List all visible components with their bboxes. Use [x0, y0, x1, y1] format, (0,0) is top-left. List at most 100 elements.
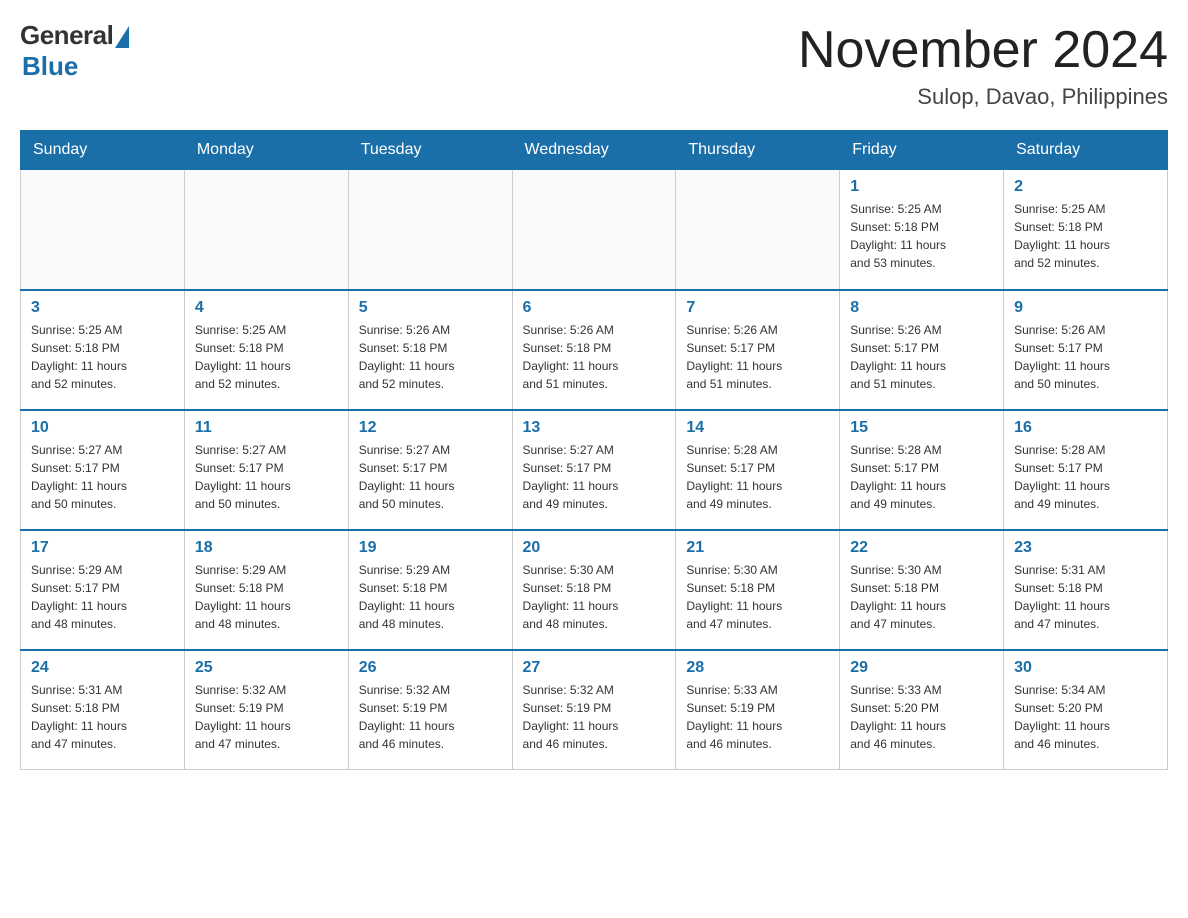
column-header-thursday: Thursday	[676, 131, 840, 170]
day-number: 1	[850, 178, 993, 196]
day-info: Sunrise: 5:25 AMSunset: 5:18 PMDaylight:…	[31, 321, 174, 393]
day-info: Sunrise: 5:25 AMSunset: 5:18 PMDaylight:…	[195, 321, 338, 393]
logo-triangle-icon	[115, 26, 129, 48]
day-number: 6	[523, 299, 666, 317]
calendar-cell	[184, 170, 348, 290]
title-section: November 2024 Sulop, Davao, Philippines	[798, 20, 1168, 110]
calendar-cell: 16Sunrise: 5:28 AMSunset: 5:17 PMDayligh…	[1004, 410, 1168, 530]
calendar-cell: 22 Sunrise: 5:30 AMSunset: 5:18 PMDayligh…	[840, 530, 1004, 650]
calendar-cell	[676, 170, 840, 290]
day-number: 9	[1014, 299, 1157, 317]
page-header: General Blue November 2024 Sulop, Davao,…	[20, 20, 1168, 110]
day-number: 2	[1014, 178, 1157, 196]
calendar-cell: 13 Sunrise: 5:27 AMSunset: 5:17 PMDayligh…	[512, 410, 676, 530]
day-info: Sunrise: 5:32 AMSunset: 5:19 PMDaylight:…	[523, 681, 666, 753]
day-info: Sunrise: 5:29 AMSunset: 5:18 PMDaylight:…	[195, 561, 338, 633]
day-number: 26	[359, 659, 502, 677]
calendar-cell	[512, 170, 676, 290]
day-info: Sunrise: 5:33 AMSunset: 5:19 PMDaylight:…	[686, 681, 829, 753]
column-header-sunday: Sunday	[21, 131, 185, 170]
day-info: Sunrise: 5:30 AMSunset: 5:18 PMDaylight:…	[686, 561, 829, 633]
calendar-cell	[348, 170, 512, 290]
calendar-week-row: 10 Sunrise: 5:27 AMSunset: 5:17 PMDayligh…	[21, 410, 1168, 530]
calendar-cell: 29 Sunrise: 5:33 AMSunset: 5:20 PMDayligh…	[840, 650, 1004, 770]
calendar-cell: 18 Sunrise: 5:29 AMSunset: 5:18 PMDayligh…	[184, 530, 348, 650]
day-info: Sunrise: 5:30 AMSunset: 5:18 PMDaylight:…	[850, 561, 993, 633]
calendar-cell: 1 Sunrise: 5:25 AMSunset: 5:18 PMDaylight…	[840, 170, 1004, 290]
day-info: Sunrise: 5:27 AMSunset: 5:17 PMDaylight:…	[195, 441, 338, 513]
day-number: 12	[359, 419, 502, 437]
calendar-cell: 11 Sunrise: 5:27 AMSunset: 5:17 PMDayligh…	[184, 410, 348, 530]
day-info: Sunrise: 5:29 AMSunset: 5:17 PMDaylight:…	[31, 561, 174, 633]
calendar-cell: 9Sunrise: 5:26 AMSunset: 5:17 PMDaylight…	[1004, 290, 1168, 410]
calendar-cell: 14 Sunrise: 5:28 AMSunset: 5:17 PMDayligh…	[676, 410, 840, 530]
day-info: Sunrise: 5:26 AMSunset: 5:17 PMDaylight:…	[686, 321, 829, 393]
day-number: 15	[850, 419, 993, 437]
day-info: Sunrise: 5:30 AMSunset: 5:18 PMDaylight:…	[523, 561, 666, 633]
day-info: Sunrise: 5:26 AMSunset: 5:18 PMDaylight:…	[359, 321, 502, 393]
column-header-monday: Monday	[184, 131, 348, 170]
calendar-cell: 25 Sunrise: 5:32 AMSunset: 5:19 PMDayligh…	[184, 650, 348, 770]
day-number: 25	[195, 659, 338, 677]
day-info: Sunrise: 5:27 AMSunset: 5:17 PMDaylight:…	[359, 441, 502, 513]
calendar-cell: 10 Sunrise: 5:27 AMSunset: 5:17 PMDayligh…	[21, 410, 185, 530]
day-number: 13	[523, 419, 666, 437]
calendar-cell	[21, 170, 185, 290]
day-info: Sunrise: 5:32 AMSunset: 5:19 PMDaylight:…	[195, 681, 338, 753]
calendar-cell: 15Sunrise: 5:28 AMSunset: 5:17 PMDayligh…	[840, 410, 1004, 530]
month-title: November 2024	[798, 20, 1168, 80]
logo: General Blue	[20, 20, 129, 82]
day-info: Sunrise: 5:27 AMSunset: 5:17 PMDaylight:…	[31, 441, 174, 513]
day-number: 22	[850, 539, 993, 557]
calendar-week-row: 1 Sunrise: 5:25 AMSunset: 5:18 PMDaylight…	[21, 170, 1168, 290]
day-number: 5	[359, 299, 502, 317]
calendar-cell: 8 Sunrise: 5:26 AMSunset: 5:17 PMDaylight…	[840, 290, 1004, 410]
day-number: 23	[1014, 539, 1157, 557]
day-number: 27	[523, 659, 666, 677]
day-number: 17	[31, 539, 174, 557]
day-number: 16	[1014, 419, 1157, 437]
day-number: 18	[195, 539, 338, 557]
day-number: 14	[686, 419, 829, 437]
day-info: Sunrise: 5:28 AMSunset: 5:17 PMDaylight:…	[686, 441, 829, 513]
calendar-cell: 6Sunrise: 5:26 AMSunset: 5:18 PMDaylight…	[512, 290, 676, 410]
day-info: Sunrise: 5:29 AMSunset: 5:18 PMDaylight:…	[359, 561, 502, 633]
calendar-cell: 20Sunrise: 5:30 AMSunset: 5:18 PMDayligh…	[512, 530, 676, 650]
calendar-cell: 2 Sunrise: 5:25 AMSunset: 5:18 PMDaylight…	[1004, 170, 1168, 290]
calendar-cell: 5 Sunrise: 5:26 AMSunset: 5:18 PMDaylight…	[348, 290, 512, 410]
column-header-tuesday: Tuesday	[348, 131, 512, 170]
day-number: 8	[850, 299, 993, 317]
day-number: 30	[1014, 659, 1157, 677]
day-number: 24	[31, 659, 174, 677]
location-text: Sulop, Davao, Philippines	[798, 84, 1168, 110]
calendar-cell: 27 Sunrise: 5:32 AMSunset: 5:19 PMDayligh…	[512, 650, 676, 770]
day-number: 7	[686, 299, 829, 317]
calendar-week-row: 3Sunrise: 5:25 AMSunset: 5:18 PMDaylight…	[21, 290, 1168, 410]
day-info: Sunrise: 5:25 AMSunset: 5:18 PMDaylight:…	[850, 200, 993, 272]
column-header-friday: Friday	[840, 131, 1004, 170]
calendar-week-row: 17 Sunrise: 5:29 AMSunset: 5:17 PMDayligh…	[21, 530, 1168, 650]
day-number: 19	[359, 539, 502, 557]
day-info: Sunrise: 5:27 AMSunset: 5:17 PMDaylight:…	[523, 441, 666, 513]
calendar-cell: 24Sunrise: 5:31 AMSunset: 5:18 PMDayligh…	[21, 650, 185, 770]
day-info: Sunrise: 5:25 AMSunset: 5:18 PMDaylight:…	[1014, 200, 1157, 272]
day-info: Sunrise: 5:26 AMSunset: 5:17 PMDaylight:…	[850, 321, 993, 393]
day-number: 11	[195, 419, 338, 437]
day-number: 28	[686, 659, 829, 677]
calendar-cell: 17 Sunrise: 5:29 AMSunset: 5:17 PMDayligh…	[21, 530, 185, 650]
day-info: Sunrise: 5:33 AMSunset: 5:20 PMDaylight:…	[850, 681, 993, 753]
logo-blue-text: Blue	[22, 51, 78, 82]
calendar-cell: 28 Sunrise: 5:33 AMSunset: 5:19 PMDayligh…	[676, 650, 840, 770]
calendar-cell: 23Sunrise: 5:31 AMSunset: 5:18 PMDayligh…	[1004, 530, 1168, 650]
day-info: Sunrise: 5:34 AMSunset: 5:20 PMDaylight:…	[1014, 681, 1157, 753]
day-number: 10	[31, 419, 174, 437]
calendar-cell: 4Sunrise: 5:25 AMSunset: 5:18 PMDaylight…	[184, 290, 348, 410]
calendar-table: SundayMondayTuesdayWednesdayThursdayFrid…	[20, 130, 1168, 770]
logo-general-text: General	[20, 20, 113, 51]
day-number: 29	[850, 659, 993, 677]
calendar-cell: 21Sunrise: 5:30 AMSunset: 5:18 PMDayligh…	[676, 530, 840, 650]
calendar-header-row: SundayMondayTuesdayWednesdayThursdayFrid…	[21, 131, 1168, 170]
calendar-cell: 12 Sunrise: 5:27 AMSunset: 5:17 PMDayligh…	[348, 410, 512, 530]
calendar-cell: 7 Sunrise: 5:26 AMSunset: 5:17 PMDaylight…	[676, 290, 840, 410]
calendar-cell: 30 Sunrise: 5:34 AMSunset: 5:20 PMDayligh…	[1004, 650, 1168, 770]
